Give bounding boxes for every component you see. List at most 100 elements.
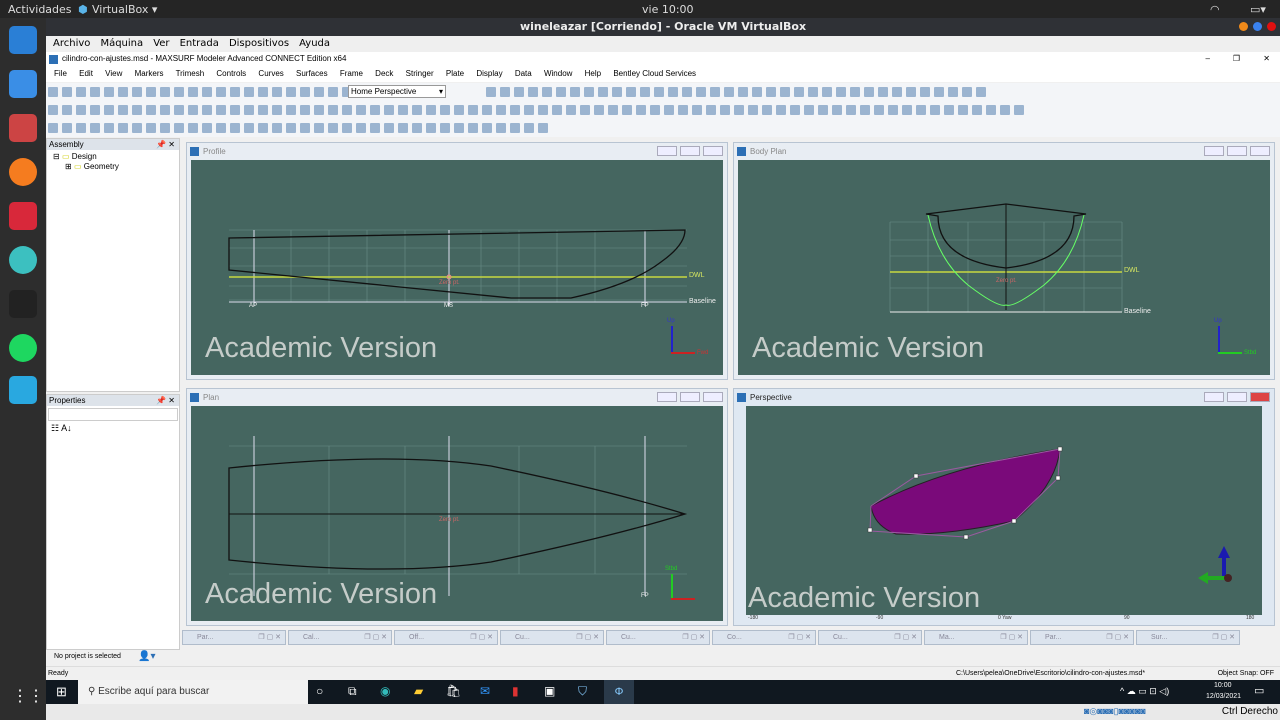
- toolbar-button[interactable]: [542, 87, 552, 97]
- toolbar-button[interactable]: [174, 123, 184, 133]
- win-restore-button[interactable]: ❐: [1233, 52, 1240, 66]
- menu-view[interactable]: View: [105, 69, 122, 78]
- toolbar-button[interactable]: [500, 87, 510, 97]
- toolbar-button[interactable]: [412, 105, 422, 115]
- toolbar-button[interactable]: [482, 105, 492, 115]
- toolbar-button[interactable]: [230, 123, 240, 133]
- tray-icons[interactable]: ^ ☁ ▭ ⊡ ◁): [1120, 686, 1169, 697]
- win-minimize-button[interactable]: –: [1206, 52, 1210, 66]
- toolbar-button[interactable]: [850, 87, 860, 97]
- toolbar-button[interactable]: [230, 105, 240, 115]
- window-controls[interactable]: ❐ ▢ ✕: [258, 631, 281, 644]
- toolbar-button[interactable]: [636, 105, 646, 115]
- toolbar-button[interactable]: [888, 105, 898, 115]
- toolbar-button[interactable]: [570, 87, 580, 97]
- toolbar-button[interactable]: [664, 105, 674, 115]
- toolbar-button[interactable]: [132, 123, 142, 133]
- toolbar-button[interactable]: [342, 123, 352, 133]
- toolbar-button[interactable]: [146, 87, 156, 97]
- toolbar-button[interactable]: [76, 105, 86, 115]
- toolbar-button[interactable]: [132, 87, 142, 97]
- mail-app-icon[interactable]: ✉: [480, 684, 490, 698]
- plan-canvas[interactable]: Zero pt. FP Stbd Academic Version: [191, 406, 723, 621]
- toolbar-button[interactable]: [962, 87, 972, 97]
- menu-help[interactable]: Help: [585, 69, 601, 78]
- toolbar-button[interactable]: [818, 105, 828, 115]
- toolbar-button[interactable]: [300, 105, 310, 115]
- toolbar-button[interactable]: [258, 87, 268, 97]
- toolbar-button[interactable]: [188, 87, 198, 97]
- toolbar-button[interactable]: [426, 123, 436, 133]
- toolbar-button[interactable]: [538, 123, 548, 133]
- menu-plate[interactable]: Plate: [446, 69, 464, 78]
- tree-item-design[interactable]: ⊟ ▭ Design: [47, 150, 179, 161]
- menu-edit[interactable]: Edit: [79, 69, 93, 78]
- properties-object-select[interactable]: [48, 408, 178, 421]
- perspective-canvas[interactable]: Academic Version: [746, 406, 1262, 615]
- minimized-window-tab[interactable]: Par... ❐ ▢ ✕: [182, 630, 286, 645]
- toolbar-button[interactable]: [720, 105, 730, 115]
- close-button[interactable]: [1250, 392, 1270, 402]
- toolbar-button[interactable]: [766, 87, 776, 97]
- menu-window[interactable]: Window: [544, 69, 572, 78]
- toolbar-button[interactable]: [62, 87, 72, 97]
- toolbar-button[interactable]: [104, 87, 114, 97]
- toolbar-button[interactable]: [62, 105, 72, 115]
- toolbar-button[interactable]: [1014, 105, 1024, 115]
- toolbar-button[interactable]: [328, 87, 338, 97]
- windows-start-icon[interactable]: ⊞: [56, 684, 67, 700]
- minimize-button[interactable]: [1204, 146, 1224, 156]
- explorer-icon[interactable]: ▰: [414, 684, 423, 698]
- toolbar-button[interactable]: [836, 87, 846, 97]
- window-controls[interactable]: ❐ ▢ ✕: [1106, 631, 1129, 644]
- toolbar-button[interactable]: [468, 123, 478, 133]
- view-select[interactable]: Home Perspective ▾: [348, 85, 446, 98]
- toolbar-button[interactable]: [370, 123, 380, 133]
- toolbar-button[interactable]: [314, 87, 324, 97]
- toolbar-button[interactable]: [832, 105, 842, 115]
- toolbar-button[interactable]: [384, 123, 394, 133]
- toolbar-button[interactable]: [738, 87, 748, 97]
- toolbar-button[interactable]: [594, 105, 604, 115]
- toolbar-button[interactable]: [804, 105, 814, 115]
- toolbar-button[interactable]: [622, 105, 632, 115]
- toolbar-button[interactable]: [906, 87, 916, 97]
- clock[interactable]: vie 10:00: [642, 3, 694, 16]
- menu-file[interactable]: File: [54, 69, 67, 78]
- toolbar-button[interactable]: [398, 105, 408, 115]
- maximize-button[interactable]: [680, 146, 700, 156]
- app-menu[interactable]: VirtualBox ▾: [92, 3, 157, 16]
- toolbar-button[interactable]: [808, 87, 818, 97]
- toolbar-button[interactable]: [902, 105, 912, 115]
- toolbar-button[interactable]: [580, 105, 590, 115]
- toolbar-button[interactable]: [878, 87, 888, 97]
- toolbar-button[interactable]: [118, 123, 128, 133]
- maximize-button[interactable]: [1227, 392, 1247, 402]
- toolbar-button[interactable]: [244, 123, 254, 133]
- toolbar-button[interactable]: [90, 123, 100, 133]
- toolbar-button[interactable]: [188, 123, 198, 133]
- toolbar-button[interactable]: [612, 87, 622, 97]
- virtualbox-dock-icon[interactable]: [9, 376, 37, 404]
- toolbar-button[interactable]: [972, 105, 982, 115]
- task-view-icon[interactable]: ⧉: [348, 684, 357, 699]
- maxsurf-taskbar-icon[interactable]: Φ: [604, 680, 634, 704]
- toolbar-button[interactable]: [244, 105, 254, 115]
- window-controls[interactable]: ❐ ▢ ✕: [788, 631, 811, 644]
- toolbar-button[interactable]: [752, 87, 762, 97]
- plan-viewport[interactable]: Plan Zero pt. FP Stbd Academic Version: [186, 388, 728, 626]
- toolbar-button[interactable]: [440, 105, 450, 115]
- toolbar-button[interactable]: [76, 123, 86, 133]
- toolbar-button[interactable]: [440, 123, 450, 133]
- toolbar-button[interactable]: [314, 105, 324, 115]
- toolbar-button[interactable]: [486, 87, 496, 97]
- toolbar-button[interactable]: [682, 87, 692, 97]
- toolbar-button[interactable]: [258, 105, 268, 115]
- toolbar-button[interactable]: [724, 87, 734, 97]
- toolbar-button[interactable]: [650, 105, 660, 115]
- toolbar-button[interactable]: [958, 105, 968, 115]
- toolbar-button[interactable]: [552, 105, 562, 115]
- maximize-button[interactable]: [1253, 22, 1262, 31]
- toolbar-button[interactable]: [118, 87, 128, 97]
- menu-curves[interactable]: Curves: [258, 69, 283, 78]
